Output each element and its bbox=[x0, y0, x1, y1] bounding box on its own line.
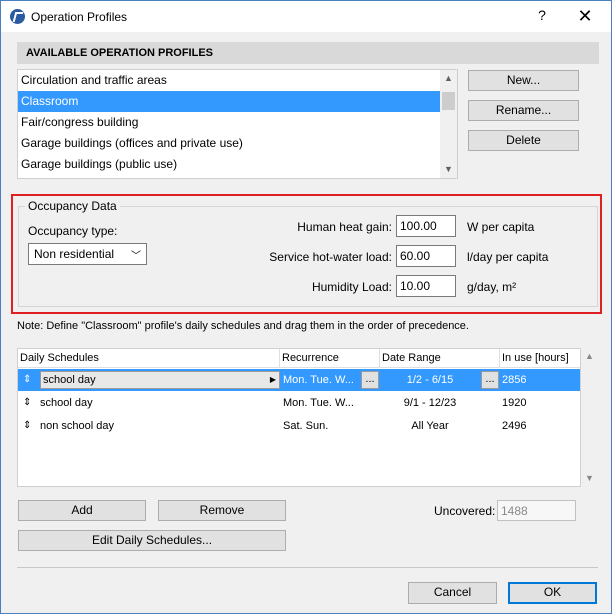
in-use-cell: 2856 bbox=[502, 374, 527, 386]
profile-item[interactable]: Garage buildings (offices and private us… bbox=[18, 133, 440, 154]
heat-gain-input[interactable]: 100.00 bbox=[396, 215, 456, 237]
drag-handle-icon[interactable]: ⇕ bbox=[23, 392, 33, 414]
title-bar: Operation Profiles ? ✕ bbox=[1, 1, 611, 32]
col-date-range[interactable]: Date Range bbox=[380, 349, 500, 368]
help-button[interactable]: ? bbox=[534, 7, 550, 25]
table-header: Daily Schedules Recurrence Date Range In… bbox=[18, 349, 580, 368]
cancel-button[interactable]: Cancel bbox=[408, 582, 497, 604]
schedules-table: Daily Schedules Recurrence Date Range In… bbox=[17, 348, 581, 487]
operation-profiles-dialog: Operation Profiles ? ✕ AVAILABLE OPERATI… bbox=[0, 0, 612, 614]
close-button[interactable]: ✕ bbox=[574, 5, 596, 27]
drag-handle-icon[interactable]: ⇕ bbox=[23, 415, 33, 437]
in-use-cell: 1920 bbox=[502, 397, 527, 409]
uncovered-field: 1488 bbox=[497, 500, 576, 521]
app-logo-icon bbox=[10, 9, 25, 24]
hot-water-unit: l/day per capita bbox=[467, 250, 549, 264]
schedule-name-field[interactable]: school day ▶ bbox=[40, 371, 280, 389]
hot-water-input[interactable]: 60.00 bbox=[396, 245, 456, 267]
add-schedule-button[interactable]: Add bbox=[18, 500, 146, 521]
table-row[interactable]: ⇕ non school day Sat. Sun. All Year 2496 bbox=[18, 415, 580, 437]
occupancy-group-title: Occupancy Data bbox=[25, 199, 120, 213]
remove-schedule-button[interactable]: Remove bbox=[158, 500, 286, 521]
play-arrow-icon: ▶ bbox=[269, 375, 276, 384]
scroll-up-icon[interactable]: ▲ bbox=[440, 70, 457, 87]
schedule-name: school day bbox=[40, 397, 93, 409]
ok-button[interactable]: OK bbox=[508, 582, 597, 604]
window-title: Operation Profiles bbox=[31, 10, 128, 24]
schedules-scrollbar[interactable]: ▲ ▼ bbox=[581, 348, 598, 487]
date-range-edit-button[interactable]: ... bbox=[481, 371, 499, 389]
profiles-list[interactable]: Circulation and traffic areas Classroom … bbox=[17, 69, 458, 179]
chevron-down-icon: ﹀ bbox=[131, 251, 141, 262]
col-daily-schedules[interactable]: Daily Schedules bbox=[18, 349, 280, 368]
heat-gain-label: Human heat gain: bbox=[297, 220, 392, 234]
edit-daily-schedules-button[interactable]: Edit Daily Schedules... bbox=[18, 530, 286, 551]
scroll-thumb[interactable] bbox=[442, 92, 455, 110]
schedule-name: school day bbox=[43, 374, 96, 386]
humidity-input[interactable]: 10.00 bbox=[396, 275, 456, 297]
humidity-unit: g/day, m² bbox=[467, 280, 517, 294]
scroll-up-icon[interactable]: ▲ bbox=[581, 348, 598, 365]
date-range-cell: 1/2 - 6/15 bbox=[406, 374, 454, 386]
rename-profile-button[interactable]: Rename... bbox=[468, 100, 579, 121]
new-profile-button[interactable]: New... bbox=[468, 70, 579, 91]
recurrence-cell: Mon. Tue. W... bbox=[283, 374, 354, 386]
profiles-header: AVAILABLE OPERATION PROFILES bbox=[17, 42, 599, 64]
recurrence-cell: Mon. Tue. W... bbox=[283, 397, 354, 409]
date-range-cell: All Year bbox=[411, 420, 449, 432]
date-range-cell: 9/1 - 12/23 bbox=[403, 397, 457, 409]
col-in-use[interactable]: In use [hours] bbox=[500, 349, 580, 368]
profiles-scrollbar[interactable]: ▲ ▼ bbox=[440, 70, 457, 178]
profile-item[interactable]: Circulation and traffic areas bbox=[18, 70, 440, 91]
col-recurrence[interactable]: Recurrence bbox=[280, 349, 380, 368]
uncovered-label: Uncovered: bbox=[434, 504, 496, 518]
heat-gain-unit: W per capita bbox=[467, 220, 535, 234]
profile-item[interactable]: Fair/congress building bbox=[18, 112, 440, 133]
drag-handle-icon[interactable]: ⇕ bbox=[23, 369, 33, 391]
delete-profile-button[interactable]: Delete bbox=[468, 130, 579, 151]
occupancy-type-value: Non residential bbox=[34, 247, 115, 261]
recurrence-cell: Sat. Sun. bbox=[283, 420, 329, 432]
profile-item-selected[interactable]: Classroom bbox=[18, 91, 440, 112]
in-use-cell: 2496 bbox=[502, 420, 527, 432]
divider bbox=[17, 567, 598, 568]
table-row[interactable]: ⇕ school day ▶ Mon. Tue. W... ... 1/2 - … bbox=[18, 369, 580, 391]
occupancy-type-select[interactable]: Non residential ﹀ bbox=[28, 243, 147, 265]
hot-water-label: Service hot-water load: bbox=[269, 250, 392, 264]
recurrence-edit-button[interactable]: ... bbox=[361, 371, 379, 389]
schedule-name: non school day bbox=[40, 420, 114, 432]
scroll-down-icon[interactable]: ▼ bbox=[581, 470, 598, 487]
table-row[interactable]: ⇕ school day Mon. Tue. W... 9/1 - 12/23 … bbox=[18, 392, 580, 414]
scroll-down-icon[interactable]: ▼ bbox=[440, 161, 457, 178]
profile-item[interactable]: Garage buildings (public use) bbox=[18, 154, 440, 175]
occupancy-type-label: Occupancy type: bbox=[28, 224, 118, 238]
note-text: Note: Define "Classroom" profile's daily… bbox=[17, 320, 469, 332]
humidity-label: Humidity Load: bbox=[311, 280, 392, 294]
